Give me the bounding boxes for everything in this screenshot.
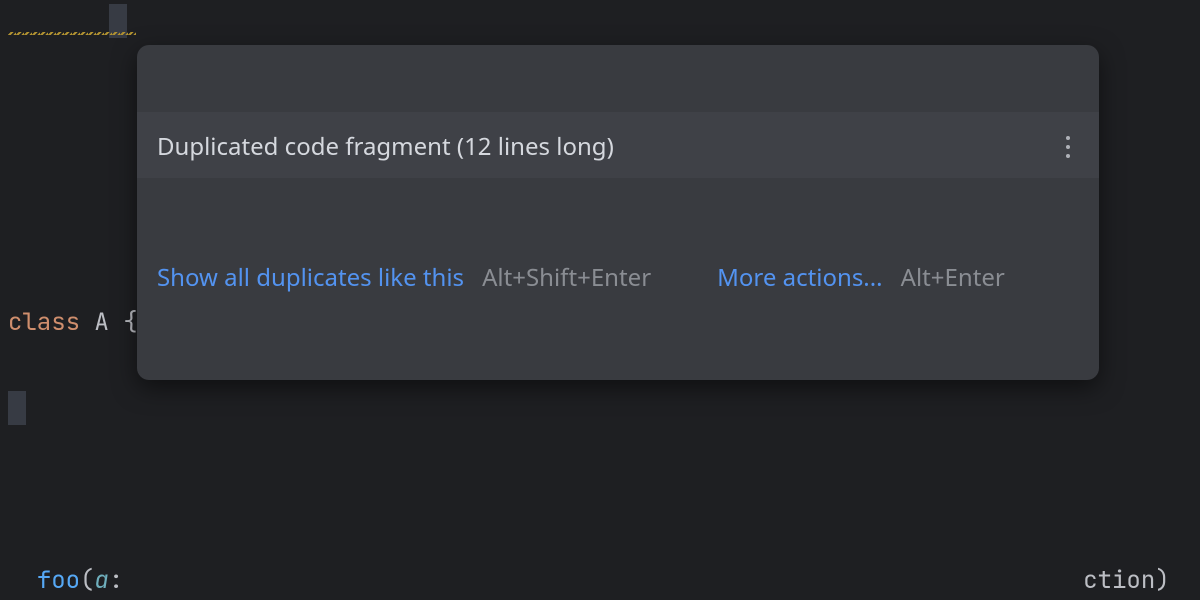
shortcut-label: Alt+Shift+Enter: [482, 261, 651, 295]
inspection-tooltip: Duplicated code fragment (12 lines long)…: [137, 45, 1099, 380]
more-options-icon[interactable]: [1057, 134, 1079, 160]
warning-underline: [8, 32, 136, 35]
tooltip-header: Duplicated code fragment (12 lines long): [137, 112, 1099, 178]
code-line: foo(a:ction): [0, 559, 1200, 600]
tooltip-actions: Show all duplicates like this Alt+Shift+…: [137, 245, 1099, 313]
tooltip-title: Duplicated code fragment (12 lines long): [157, 130, 614, 164]
more-actions-link[interactable]: More actions...: [717, 261, 882, 295]
class-name: A: [94, 307, 108, 338]
method-name: foo: [37, 565, 80, 596]
code-editor[interactable]: class A { foo(a:ction) cons cons console…: [0, 0, 1200, 600]
show-duplicates-link[interactable]: Show all duplicates like this: [157, 261, 464, 295]
shortcut-label: Alt+Enter: [901, 261, 1005, 295]
matching-brace-highlight: [8, 391, 26, 425]
keyword-class: class: [8, 307, 80, 338]
open-brace: {: [123, 307, 137, 338]
truncated-tail: ction): [1083, 565, 1169, 596]
